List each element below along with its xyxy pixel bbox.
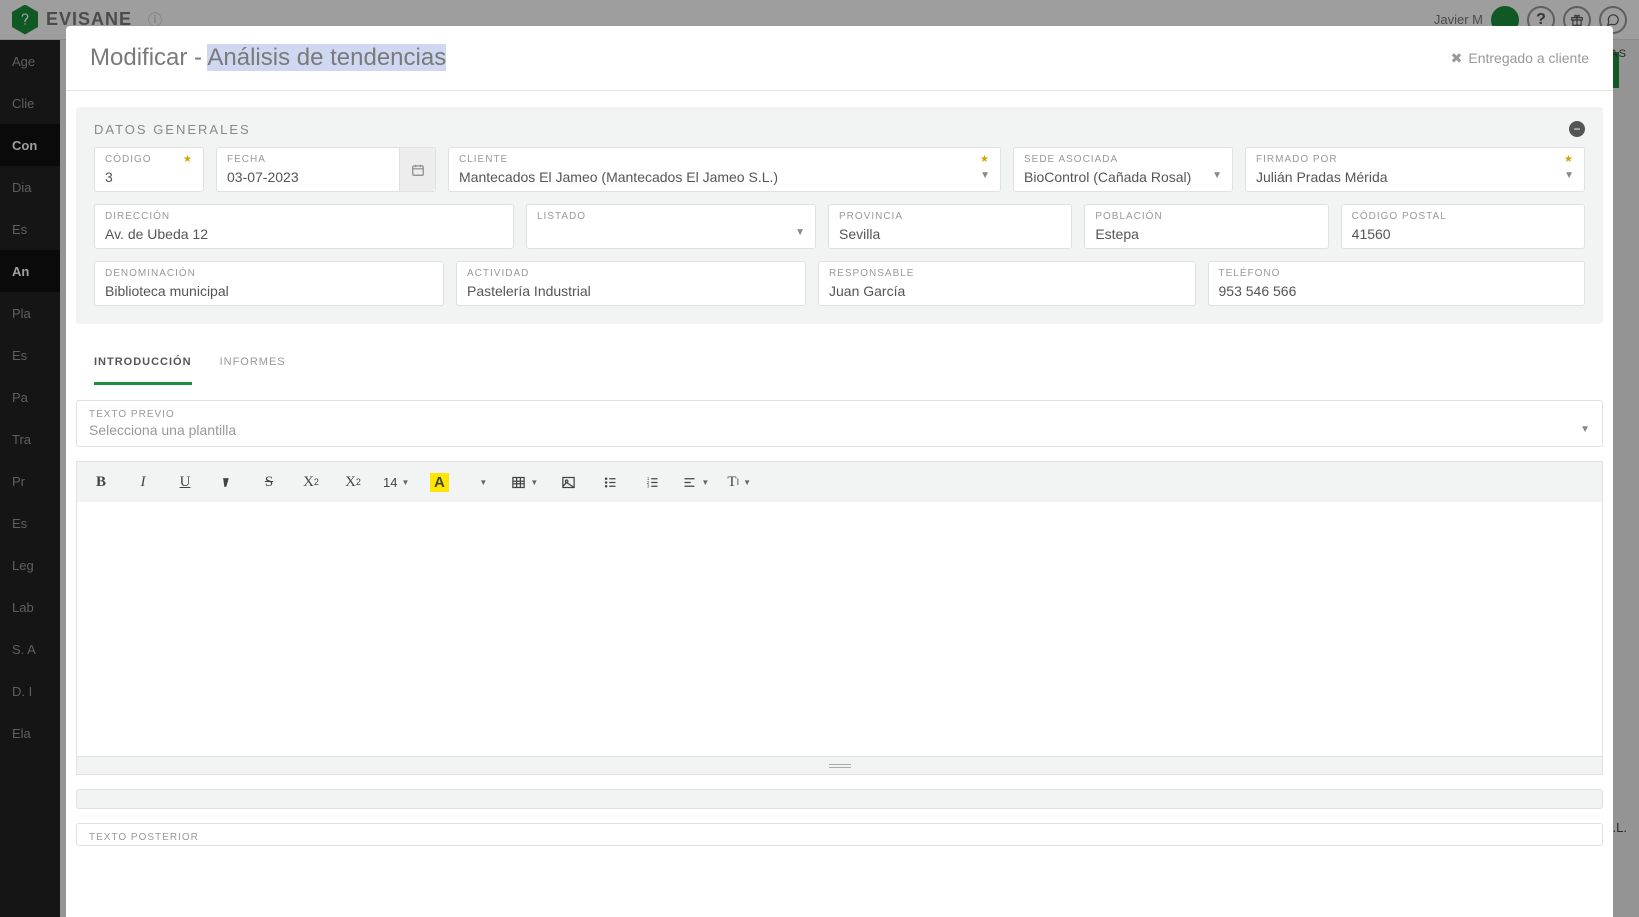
texto-posterior-select[interactable]: TEXTO POSTERIOR: [76, 823, 1603, 846]
poblacion-input[interactable]: [1095, 226, 1317, 242]
chevron-down-icon: ▼: [743, 478, 751, 487]
direccion-field[interactable]: DIRECCIÓN: [94, 204, 514, 249]
chevron-down-icon: ▼: [401, 478, 409, 487]
paragraph-icon[interactable]: TI▼: [727, 470, 751, 494]
number-list-icon[interactable]: 123: [640, 470, 664, 494]
denom-field[interactable]: DENOMINACIÓN: [94, 261, 444, 306]
underline-icon[interactable]: U: [173, 470, 197, 494]
firmado-field[interactable]: FIRMADO POR ★ Julián Pradas Mérida ▼: [1245, 147, 1585, 192]
firmado-value: Julián Pradas Mérida: [1256, 169, 1574, 185]
provincia-input[interactable]: [839, 226, 1061, 242]
delivered-button[interactable]: ✖ Entregado a cliente: [1451, 50, 1589, 67]
cliente-label: CLIENTE: [459, 154, 508, 165]
modal-body: DATOS GENERALES − CÓDIGO ★ FECHA CLIENTE ★…: [66, 91, 1613, 917]
cliente-value: Mantecados El Jameo (Mantecados El Jameo…: [459, 169, 990, 185]
text-color-icon[interactable]: A: [427, 470, 451, 494]
texto-posterior-label: TEXTO POSTERIOR: [89, 832, 1590, 843]
modal-title-prefix: Modificar -: [90, 44, 207, 71]
chevron-down-icon: ▼: [701, 478, 709, 487]
cp-label: CÓDIGO POSTAL: [1352, 211, 1447, 222]
modal: Modificar - Análisis de tendencias ✖ Ent…: [66, 26, 1613, 917]
listado-label: LISTADO: [537, 211, 586, 222]
svg-text:3: 3: [647, 483, 650, 488]
image-icon[interactable]: [556, 470, 580, 494]
editor-toolbar: B I U S X2 X2 14▼ A ▼ ▼ 123 ▼ TI▼: [76, 461, 1603, 502]
actividad-field[interactable]: ACTIVIDAD: [456, 261, 806, 306]
sede-value: BioControl (Cañada Rosal): [1024, 169, 1222, 185]
bullet-list-icon[interactable]: [598, 470, 622, 494]
bold-icon[interactable]: B: [89, 470, 113, 494]
strike-icon[interactable]: S: [257, 470, 281, 494]
responsable-label: RESPONSABLE: [829, 268, 914, 279]
clear-format-icon[interactable]: [215, 470, 239, 494]
telefono-input[interactable]: [1219, 283, 1575, 299]
direccion-input[interactable]: [105, 226, 503, 242]
codigo-field[interactable]: CÓDIGO ★: [94, 147, 204, 192]
calendar-icon[interactable]: [399, 148, 435, 191]
chevron-down-icon: ▼: [1564, 170, 1574, 181]
italic-icon[interactable]: I: [131, 470, 155, 494]
actividad-input[interactable]: [467, 283, 795, 299]
table-icon[interactable]: ▼: [511, 470, 538, 494]
required-icon: ★: [1564, 154, 1574, 165]
modal-title: Modificar - Análisis de tendencias: [90, 44, 446, 72]
tab-informes[interactable]: INFORMES: [220, 342, 286, 385]
poblacion-label: POBLACIÓN: [1095, 211, 1162, 222]
poblacion-field[interactable]: POBLACIÓN: [1084, 204, 1328, 249]
chevron-down-icon: ▼: [980, 170, 990, 181]
chevron-down-icon: ▼: [530, 478, 538, 487]
editor-content[interactable]: [76, 502, 1603, 757]
required-icon: ★: [980, 154, 990, 165]
modal-header: Modificar - Análisis de tendencias ✖ Ent…: [66, 26, 1613, 91]
actividad-label: ACTIVIDAD: [467, 268, 529, 279]
texto-previo-label: TEXTO PREVIO: [89, 409, 1590, 420]
editor-resize-handle[interactable]: [76, 757, 1603, 775]
codigo-label: CÓDIGO: [105, 154, 152, 165]
chevron-down-icon: ▼: [1580, 424, 1590, 435]
responsable-field[interactable]: RESPONSABLE: [818, 261, 1196, 306]
denom-input[interactable]: [105, 283, 433, 299]
modal-title-highlight: Análisis de tendencias: [207, 44, 446, 71]
close-x-icon: ✖: [1451, 50, 1463, 67]
grip-icon: [829, 764, 851, 768]
sede-field[interactable]: SEDE ASOCIADA BioControl (Cañada Rosal) …: [1013, 147, 1233, 192]
spacer: [76, 789, 1603, 809]
fecha-label: FECHA: [227, 154, 266, 165]
color-dropdown-icon[interactable]: ▼: [469, 470, 493, 494]
sede-label: SEDE ASOCIADA: [1024, 154, 1118, 165]
panel-title: DATOS GENERALES: [94, 122, 251, 137]
chevron-down-icon: ▼: [795, 227, 805, 238]
cp-input[interactable]: [1352, 226, 1574, 242]
subscript-icon[interactable]: X2: [341, 470, 365, 494]
listado-field[interactable]: LISTADO ▼: [526, 204, 816, 249]
cliente-field[interactable]: CLIENTE ★ Mantecados El Jameo (Mantecados…: [448, 147, 1001, 192]
delivered-label: Entregado a cliente: [1468, 50, 1589, 66]
datos-generales-panel: DATOS GENERALES − CÓDIGO ★ FECHA CLIENTE ★…: [76, 107, 1603, 324]
align-icon[interactable]: ▼: [682, 470, 709, 494]
denom-label: DENOMINACIÓN: [105, 268, 196, 279]
cp-field[interactable]: CÓDIGO POSTAL: [1341, 204, 1585, 249]
fecha-field[interactable]: FECHA: [216, 147, 436, 192]
telefono-field[interactable]: TELÉFONO: [1208, 261, 1586, 306]
fecha-input[interactable]: [227, 169, 425, 185]
provincia-field[interactable]: PROVINCIA: [828, 204, 1072, 249]
responsable-input[interactable]: [829, 283, 1185, 299]
codigo-input[interactable]: [105, 169, 193, 185]
firmado-label: FIRMADO POR: [1256, 154, 1338, 165]
collapse-icon[interactable]: −: [1569, 121, 1585, 137]
editor-section: TEXTO PREVIO Selecciona una plantilla ▼ …: [76, 386, 1603, 846]
required-icon: ★: [183, 154, 193, 165]
provincia-label: PROVINCIA: [839, 211, 903, 222]
tab-introduccion[interactable]: INTRODUCCIÓN: [94, 342, 192, 385]
texto-previo-placeholder: Selecciona una plantilla: [89, 422, 1590, 438]
tabs: INTRODUCCIÓN INFORMES: [76, 342, 1603, 386]
direccion-label: DIRECCIÓN: [105, 211, 170, 222]
fontsize-select[interactable]: 14▼: [383, 470, 409, 494]
telefono-label: TELÉFONO: [1219, 268, 1281, 279]
chevron-down-icon: ▼: [1212, 170, 1222, 181]
texto-previo-select[interactable]: TEXTO PREVIO Selecciona una plantilla ▼: [76, 400, 1603, 447]
superscript-icon[interactable]: X2: [299, 470, 323, 494]
